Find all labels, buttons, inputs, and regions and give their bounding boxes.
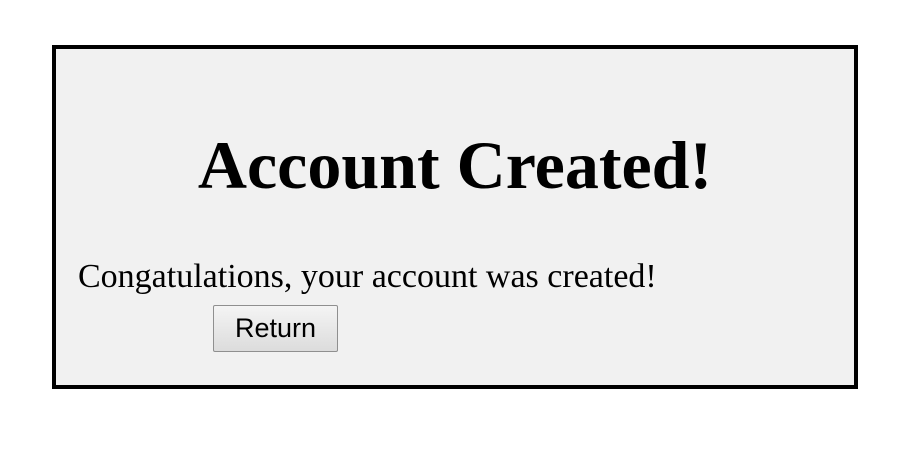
page-title: Account Created! <box>197 127 713 203</box>
confirmation-message: Congatulations, your account was created… <box>78 258 657 295</box>
confirmation-panel: Account Created! Congatulations, your ac… <box>52 45 858 389</box>
return-button[interactable]: Return <box>213 305 338 352</box>
